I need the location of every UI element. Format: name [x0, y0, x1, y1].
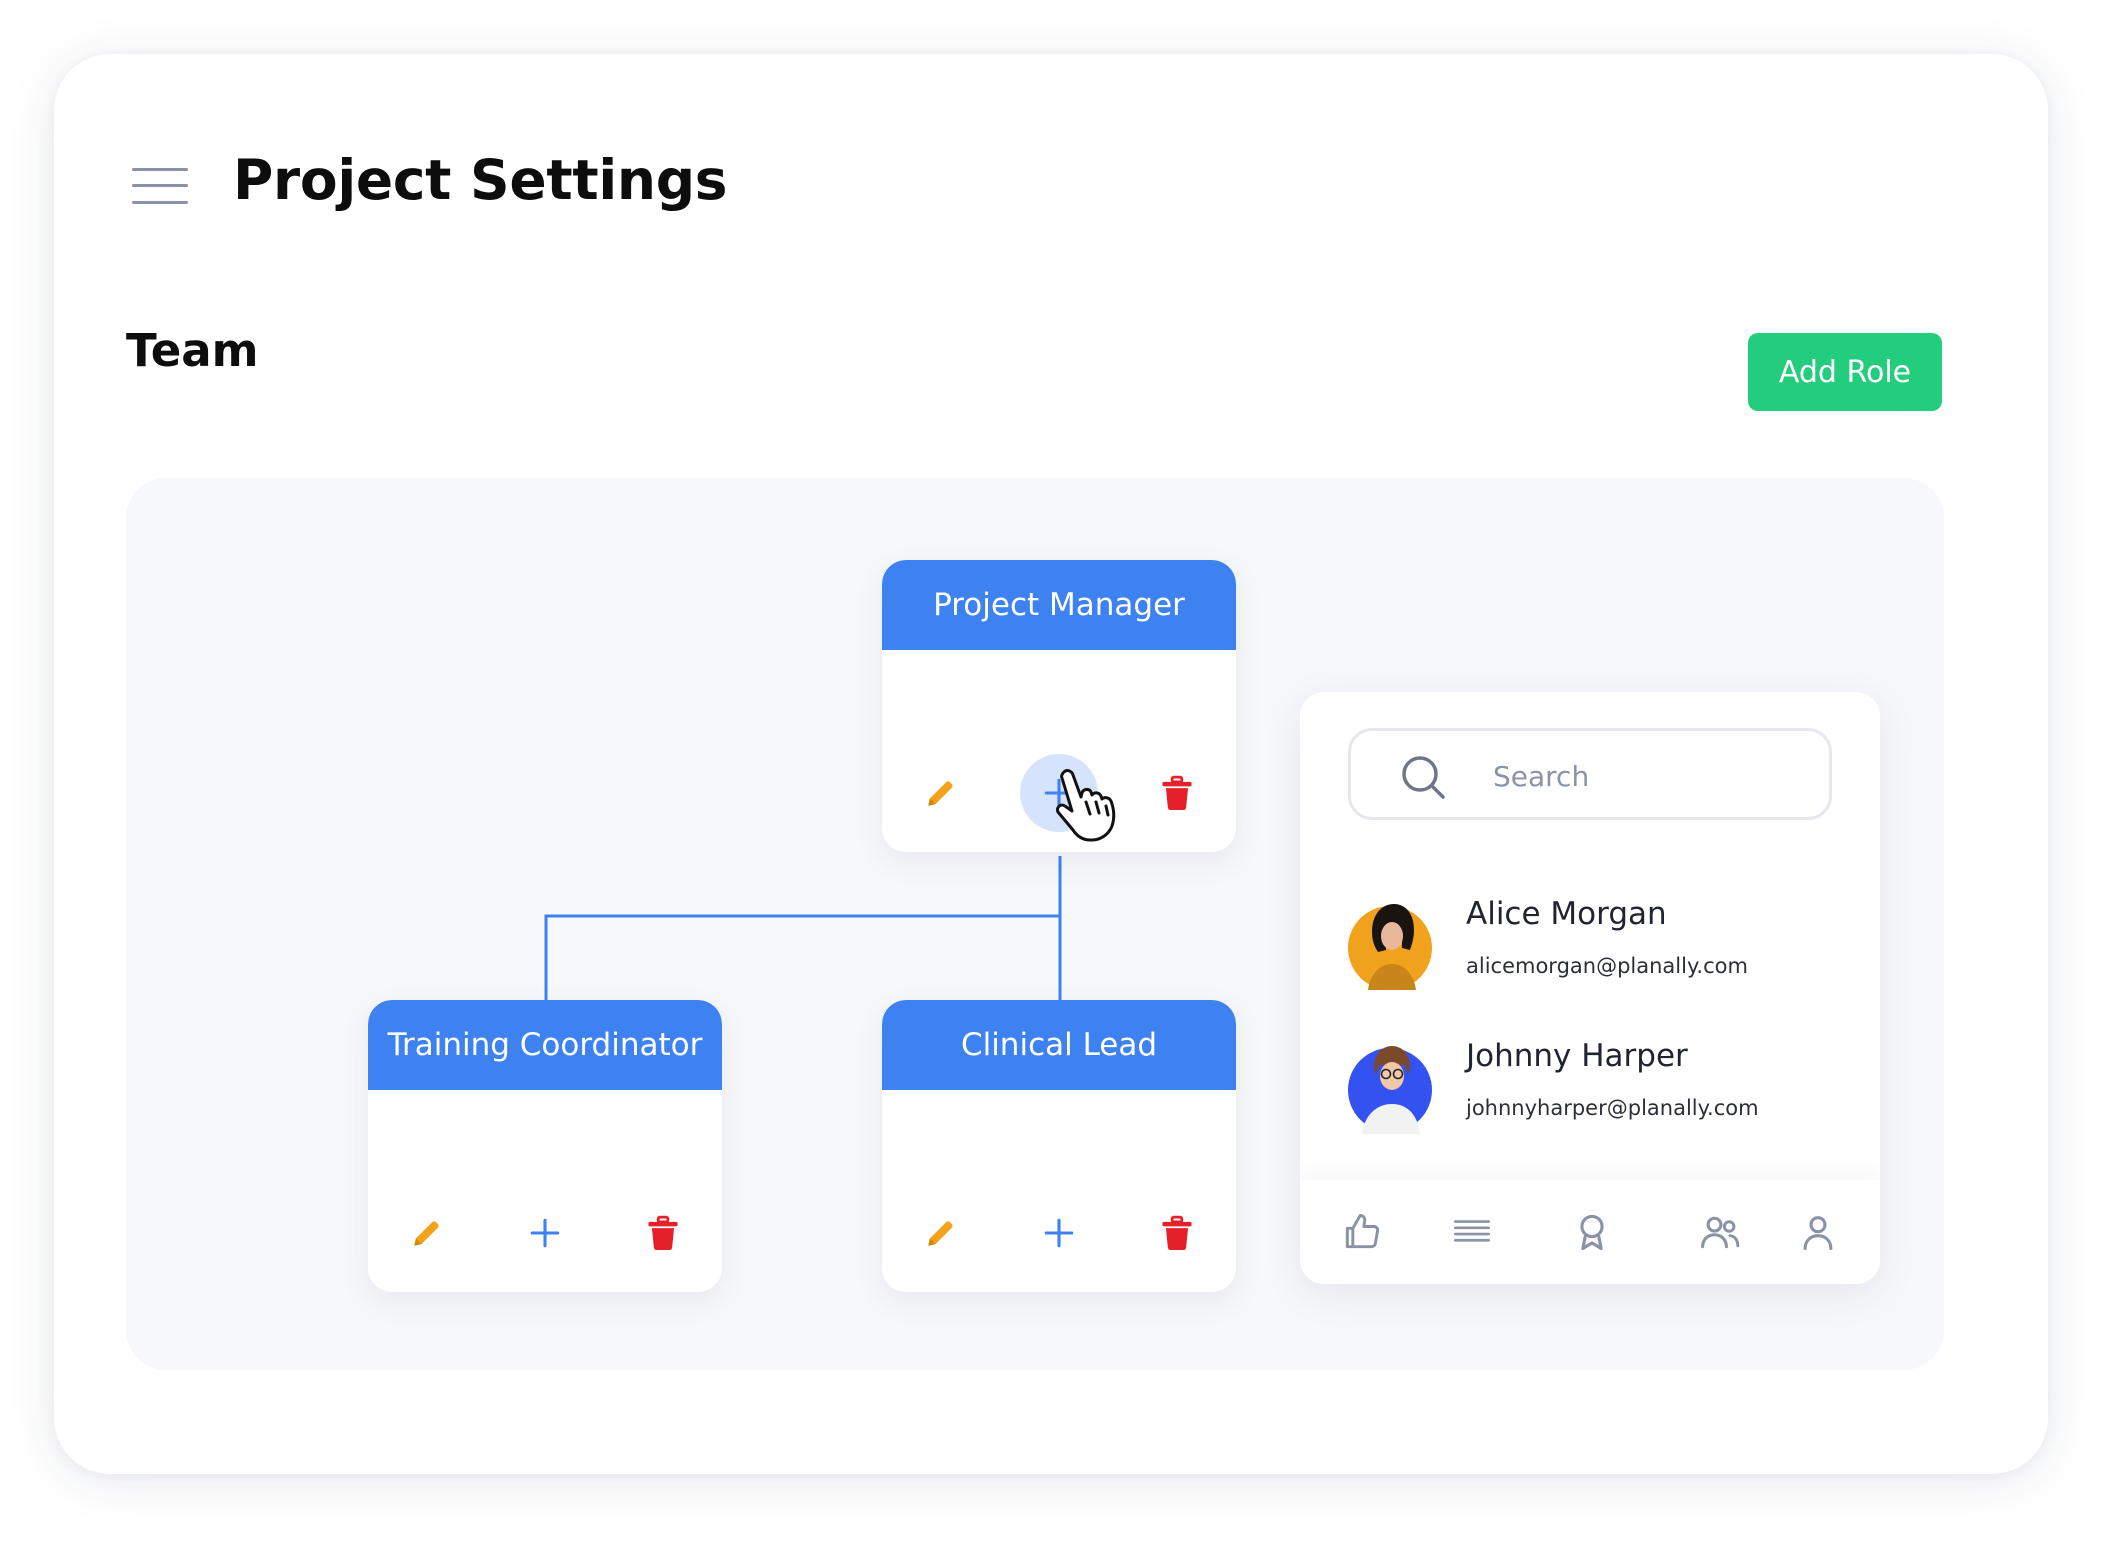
- pencil-icon: [928, 1221, 953, 1246]
- search-box: [1348, 728, 1832, 820]
- avatar: [1348, 1046, 1432, 1134]
- team-section-title: Team: [126, 324, 259, 377]
- plus-icon: [1044, 1218, 1074, 1248]
- thumbs-up-icon[interactable]: [1340, 1210, 1384, 1254]
- role-title: Clinical Lead: [882, 1000, 1236, 1090]
- edit-role-button[interactable]: [402, 1208, 452, 1258]
- delete-role-button[interactable]: [638, 1208, 688, 1258]
- edit-role-button[interactable]: [916, 1208, 966, 1258]
- award-icon[interactable]: [1570, 1210, 1614, 1254]
- avatar: [1348, 904, 1432, 990]
- member-picker-panel: Alice Morgan alicemorgan@planally.com Jo…: [1300, 692, 1880, 1284]
- delete-role-button[interactable]: [1152, 1208, 1202, 1258]
- member-item-alice[interactable]: Alice Morgan alicemorgan@planally.com: [1348, 892, 1848, 1002]
- role-card-clinical-lead: Clinical Lead: [882, 1000, 1236, 1292]
- edit-role-button[interactable]: [916, 768, 966, 818]
- users-icon[interactable]: [1698, 1210, 1742, 1254]
- add-member-button[interactable]: [520, 1208, 570, 1258]
- trash-icon: [648, 1215, 678, 1251]
- page-title: Project Settings: [233, 148, 728, 212]
- search-icon: [1402, 756, 1445, 799]
- member-email: johnnyharper@planally.com: [1466, 1096, 1759, 1120]
- role-title: Training Coordinator: [368, 1000, 722, 1090]
- member-item-johnny[interactable]: Johnny Harper johnnyharper@planally.com: [1348, 1034, 1848, 1144]
- user-icon[interactable]: [1796, 1210, 1840, 1254]
- plus-icon: [530, 1218, 560, 1248]
- member-name: Johnny Harper: [1466, 1038, 1688, 1074]
- menu-icon[interactable]: [132, 166, 188, 206]
- pencil-icon: [414, 1221, 439, 1246]
- panel-bottom-nav: [1300, 1180, 1880, 1284]
- add-role-button[interactable]: Add Role: [1748, 333, 1942, 411]
- trash-icon: [1162, 1215, 1192, 1251]
- list-icon[interactable]: [1450, 1210, 1494, 1254]
- role-card-training-coordinator: Training Coordinator: [368, 1000, 722, 1292]
- add-member-button[interactable]: [1034, 1208, 1084, 1258]
- search-input[interactable]: [1491, 751, 1795, 801]
- member-name: Alice Morgan: [1466, 896, 1667, 932]
- member-email: alicemorgan@planally.com: [1466, 954, 1748, 978]
- hand-cursor-icon: [1056, 769, 1116, 842]
- pencil-icon: [928, 781, 953, 806]
- delete-role-button[interactable]: [1152, 768, 1202, 818]
- trash-icon: [1162, 775, 1192, 811]
- role-title: Project Manager: [882, 560, 1236, 650]
